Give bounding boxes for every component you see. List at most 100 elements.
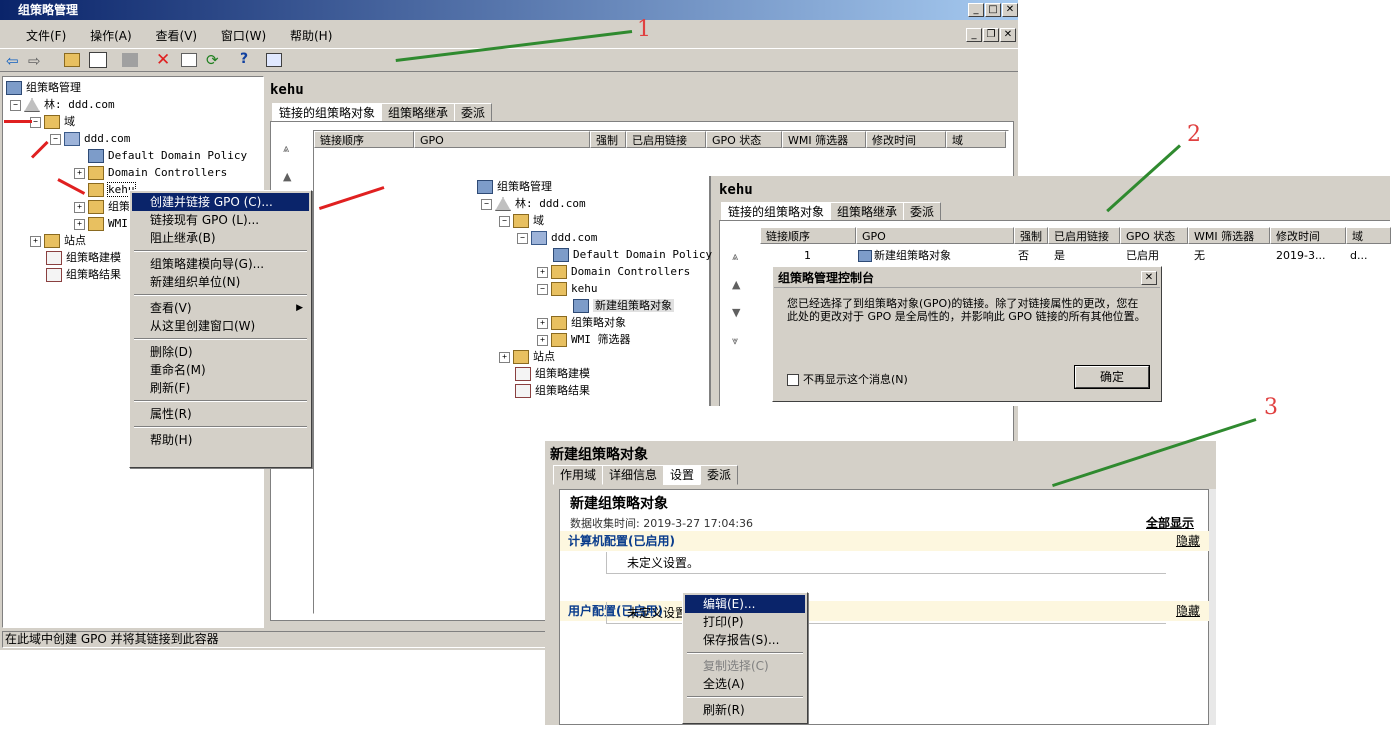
tab-linked-gpos[interactable]: 链接的组策略对象 <box>272 103 383 123</box>
dialog-close-button[interactable]: ✕ <box>1141 271 1157 285</box>
table-row[interactable]: 1 新建组策略对象 否 是 已启用 无 2019-3... d... <box>760 247 1391 264</box>
report-scrollbar[interactable] <box>1209 489 1216 725</box>
collapse-icon[interactable]: − <box>10 99 21 111</box>
show-tree-icon[interactable] <box>89 52 107 68</box>
tree-node-default-policy[interactable]: Default Domain Policy <box>6 147 263 164</box>
menu-save-report[interactable]: 保存报告(S)... <box>685 631 805 649</box>
tree-node-domain-controllers[interactable]: + Domain Controllers <box>6 164 263 181</box>
col-link-order[interactable]: 链接顺序 <box>314 131 414 148</box>
tab-inheritance[interactable]: 组策略继承 <box>381 103 456 123</box>
move-top-icon[interactable]: ⩓ <box>283 142 291 156</box>
delete-icon[interactable]: ✕ <box>156 50 170 70</box>
menu-new-window[interactable]: 从这里创建窗口(W) <box>132 317 309 335</box>
tree-node-root[interactable]: 组策略管理 <box>6 79 263 96</box>
collapse-icon[interactable]: − <box>50 133 61 145</box>
expand-icon[interactable]: + <box>74 218 85 230</box>
up-folder-icon[interactable] <box>64 53 80 67</box>
tree-node-new-gpo-link[interactable]: 新建组策略对象 <box>477 297 709 314</box>
menu-file[interactable]: 文件(F) <box>26 29 66 43</box>
maximize-button[interactable]: □ <box>985 3 1001 17</box>
menu-action[interactable]: 操作(A) <box>90 29 132 43</box>
mdi-close-button[interactable]: ✕ <box>1000 28 1016 42</box>
back-icon[interactable]: ⇦ <box>6 52 19 70</box>
tree-node-results[interactable]: 组策略结果 <box>477 382 709 399</box>
menu-view[interactable]: 查看(V) <box>156 29 198 43</box>
hide-link[interactable]: 隐藏 <box>1176 531 1200 551</box>
menu-block-inheritance[interactable]: 阻止继承(B) <box>132 229 309 247</box>
menu-link-existing-gpo[interactable]: 链接现有 GPO (L)... <box>132 211 309 229</box>
move-up-icon[interactable]: ▲ <box>732 271 740 299</box>
expand-icon[interactable]: + <box>30 235 41 247</box>
col-modified[interactable]: 修改时间 <box>1270 227 1346 244</box>
collapse-icon[interactable]: − <box>499 215 510 227</box>
expand-icon[interactable]: + <box>499 351 510 363</box>
col-gpo[interactable]: GPO <box>856 227 1014 244</box>
properties-icon[interactable] <box>181 53 197 67</box>
tree-node-forest[interactable]: − 林: ddd.com <box>6 96 263 113</box>
ok-button[interactable]: 确定 <box>1074 365 1150 389</box>
col-gpo-status[interactable]: GPO 状态 <box>1120 227 1188 244</box>
col-wmi-filter[interactable]: WMI 筛选器 <box>1188 227 1270 244</box>
col-domain[interactable]: 域 <box>946 131 1006 148</box>
collapse-icon[interactable]: − <box>481 198 492 210</box>
menu-select-all[interactable]: 全选(A) <box>685 675 805 693</box>
menu-refresh[interactable]: 刷新(R) <box>685 701 805 719</box>
col-link-order[interactable]: 链接顺序 <box>760 227 856 244</box>
computer-config-section[interactable]: 计算机配置(已启用) 隐藏 <box>560 531 1210 551</box>
col-enforced[interactable]: 强制 <box>590 131 626 148</box>
tree-node-gpos[interactable]: +组策略对象 <box>477 314 709 331</box>
tree-node-modeling[interactable]: 组策略建模 <box>477 365 709 382</box>
minimize-button[interactable]: _ <box>968 3 984 17</box>
menu-create-link-gpo[interactable]: 创建并链接 GPO (C)... <box>132 193 309 211</box>
panel2-list[interactable]: 链接顺序 GPO 强制 已启用链接 GPO 状态 WMI 筛选器 修改时间域 1 新建组策略… <box>760 227 1391 264</box>
col-gpo[interactable]: GPO <box>414 131 590 148</box>
close-button[interactable]: ✕ <box>1002 3 1018 17</box>
menu-help[interactable]: 帮助(H) <box>132 431 309 449</box>
paste-icon[interactable] <box>122 53 138 67</box>
col-domain[interactable]: 域 <box>1346 227 1391 244</box>
tab-scope[interactable]: 作用域 <box>553 465 604 485</box>
expand-icon[interactable]: + <box>74 201 85 213</box>
expand-icon[interactable]: + <box>74 167 85 179</box>
move-down-icon[interactable]: ▼ <box>732 299 740 327</box>
move-top-icon[interactable]: ⩓ <box>732 243 740 271</box>
expand-icon[interactable]: + <box>537 317 548 329</box>
tree-node-kehu[interactable]: − kehu <box>477 280 709 297</box>
move-up-icon[interactable]: ▲ <box>283 170 291 183</box>
col-enforced[interactable]: 强制 <box>1014 227 1048 244</box>
menu-properties[interactable]: 属性(R) <box>132 405 309 423</box>
expand-icon[interactable]: + <box>537 266 548 278</box>
checkbox-box[interactable] <box>787 374 799 386</box>
tab-linked-gpos[interactable]: 链接的组策略对象 <box>721 202 832 222</box>
tab-delegation[interactable]: 委派 <box>700 465 739 485</box>
tree-node-wmi[interactable]: +WMI 筛选器 <box>477 331 709 348</box>
col-link-enabled[interactable]: 已启用链接 <box>1048 227 1120 244</box>
tree-node-sites[interactable]: + 站点 <box>477 348 709 365</box>
expand-icon[interactable]: + <box>537 334 548 346</box>
menu-help[interactable]: 帮助(H) <box>290 29 332 43</box>
tab-details[interactable]: 详细信息 <box>602 465 665 485</box>
tree-node-domain-controllers[interactable]: + Domain Controllers <box>477 263 709 280</box>
menu-window[interactable]: 窗口(W) <box>221 29 266 43</box>
tab-settings[interactable]: 设置 <box>663 465 702 485</box>
collapse-icon[interactable]: − <box>537 283 548 295</box>
col-wmi-filter[interactable]: WMI 筛选器 <box>782 131 866 148</box>
collapse-icon[interactable]: − <box>517 232 528 244</box>
menu-new-ou[interactable]: 新建组织单位(N) <box>132 273 309 291</box>
menu-modeling-wizard[interactable]: 组策略建模向导(G)... <box>132 255 309 273</box>
show-all-link[interactable]: 全部显示 <box>1146 514 1194 531</box>
menu-view[interactable]: 查看(V) ▶ <box>132 299 309 317</box>
menu-print[interactable]: 打印(P) <box>685 613 805 631</box>
dont-show-checkbox[interactable]: 不再显示这个消息(N) <box>787 371 908 387</box>
mmc-icon[interactable] <box>266 53 282 67</box>
hide-link[interactable]: 隐藏 <box>1176 601 1200 621</box>
col-gpo-status[interactable]: GPO 状态 <box>706 131 782 148</box>
tree-node-forest[interactable]: − 林: ddd.com <box>477 195 709 212</box>
mdi-restore-button[interactable]: ❐ <box>983 28 999 42</box>
menu-refresh[interactable]: 刷新(F) <box>132 379 309 397</box>
forward-icon[interactable]: ⇨ <box>28 52 41 70</box>
tree-node-default-policy[interactable]: Default Domain Policy <box>477 246 712 263</box>
mdi-minimize-button[interactable]: _ <box>966 28 982 42</box>
menu-edit[interactable]: 编辑(E)... <box>685 595 805 613</box>
move-bottom-icon[interactable]: ⩔ <box>732 327 740 355</box>
